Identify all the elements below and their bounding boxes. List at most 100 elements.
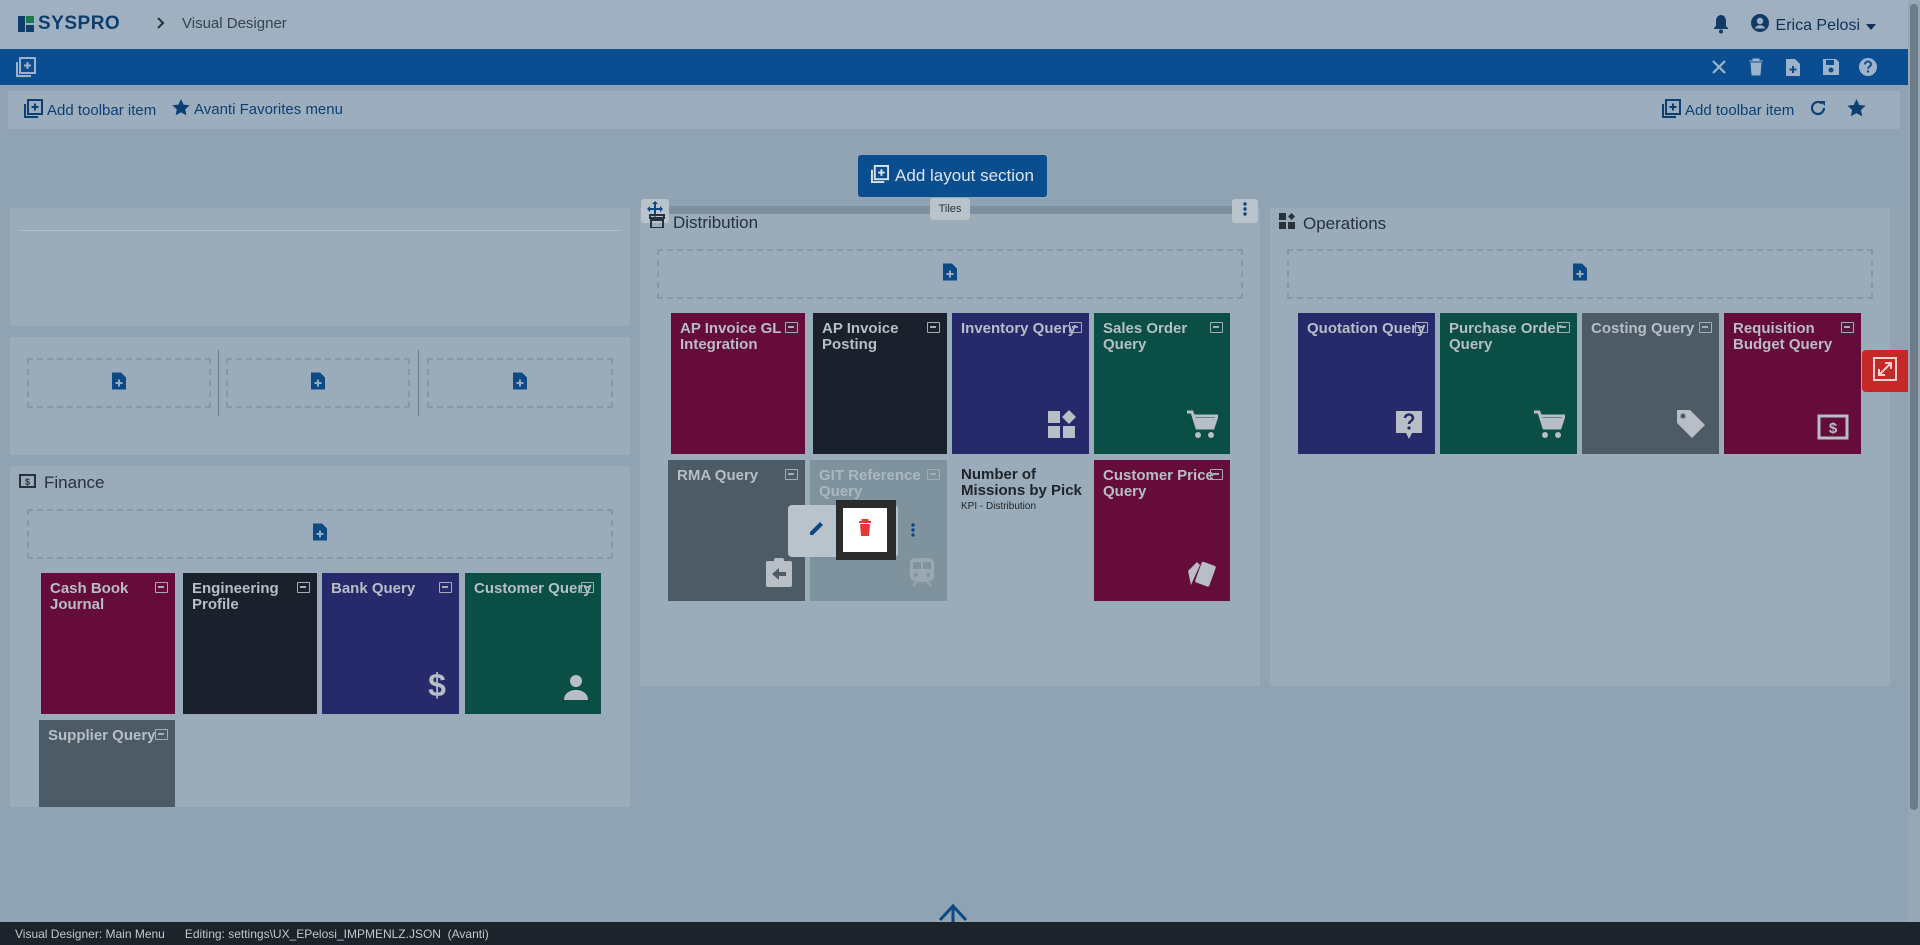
tile-label: Purchase Order Query — [1449, 320, 1562, 353]
distribution-header: Distribution — [649, 213, 758, 233]
tag-icon — [1675, 408, 1707, 444]
delete-layout-icon[interactable] — [1745, 56, 1767, 78]
expand-arrows-icon — [1872, 356, 1898, 387]
tile-label: Costing Query — [1591, 320, 1695, 337]
add-file-icon — [310, 371, 326, 396]
edit-pencil-icon[interactable] — [808, 519, 826, 542]
add-file-icon — [312, 522, 328, 547]
collapse-side-panel-button[interactable] — [1862, 350, 1908, 392]
open-link-icon[interactable] — [785, 469, 798, 480]
add-panel-icon[interactable] — [15, 56, 37, 78]
tile-label: Cash Book Journal — [50, 580, 129, 613]
open-link-icon[interactable] — [927, 322, 940, 333]
svg-text:$: $ — [428, 668, 446, 700]
more-vert-icon[interactable] — [911, 523, 915, 542]
open-link-icon[interactable] — [439, 582, 452, 593]
brand-name: SYSPRO — [38, 13, 121, 34]
store-icon — [649, 213, 665, 233]
tile-label: Quotation Query — [1307, 320, 1426, 337]
tile-rma-query[interactable]: RMA Query — [668, 460, 805, 601]
open-link-icon[interactable] — [581, 582, 594, 593]
caret-down-icon — [1866, 17, 1876, 35]
new-file-icon[interactable] — [1782, 56, 1804, 78]
train-icon — [909, 557, 935, 591]
tile-bank-query[interactable]: Bank Query $ — [322, 573, 459, 714]
notification-bell-icon[interactable] — [1712, 14, 1730, 39]
return-clipboard-icon — [765, 557, 793, 591]
widgets-icon — [1047, 410, 1077, 444]
tile-engineering-profile[interactable]: Engineering Profile — [183, 573, 317, 714]
open-link-icon[interactable] — [1069, 322, 1082, 333]
open-link-icon[interactable] — [155, 582, 168, 593]
trash-icon — [858, 519, 872, 541]
add-layout-section-label: Add layout section — [895, 166, 1034, 185]
delete-tile-button[interactable] — [843, 508, 887, 552]
distribution-title: Distribution — [673, 213, 759, 232]
add-tile-slot[interactable] — [657, 249, 1243, 299]
kpi-number-of-missions[interactable]: Number of Missions by Pick KPI - Distrib… — [961, 466, 1087, 513]
chevron-right-icon — [155, 14, 167, 35]
add-tile-slot[interactable] — [226, 358, 410, 408]
close-icon[interactable] — [1708, 56, 1730, 78]
open-link-icon[interactable] — [1699, 322, 1712, 333]
section-menu-button[interactable] — [1232, 199, 1258, 223]
scrollbar-thumb[interactable] — [1910, 4, 1918, 810]
add-file-icon — [942, 262, 958, 287]
favorites-menu-link[interactable]: Avanti Favorites menu — [172, 99, 343, 120]
tiles-tab[interactable]: Tiles — [930, 198, 970, 220]
tile-inventory-query[interactable]: Inventory Query — [952, 313, 1089, 454]
syspro-logo[interactable]: SYSPRO — [18, 12, 120, 36]
add-box-icon — [871, 164, 890, 188]
open-link-icon[interactable] — [1415, 322, 1428, 333]
help-icon[interactable] — [1857, 56, 1879, 78]
tile-costing-query[interactable]: Costing Query — [1582, 313, 1719, 454]
star-icon[interactable] — [1847, 99, 1866, 122]
tile-sales-order-query[interactable]: Sales Order Query — [1094, 313, 1230, 454]
person-icon — [563, 674, 589, 704]
dashboard-icon — [1279, 213, 1295, 234]
open-link-icon[interactable] — [927, 469, 940, 480]
add-tile-slot[interactable] — [27, 358, 211, 408]
dollar-icon: $ — [427, 667, 447, 704]
status-view-name: Visual Designer: Main Menu — [15, 926, 165, 941]
user-menu[interactable]: Erica Pelosi — [1750, 13, 1876, 38]
tile-label: Inventory Query — [961, 320, 1077, 337]
tile-ap-invoice-gl-integration[interactable]: AP Invoice GL Integration — [671, 313, 805, 454]
tile-ap-invoice-posting[interactable]: AP Invoice Posting — [813, 313, 947, 454]
tile-customer-query[interactable]: Customer Query — [465, 573, 601, 714]
refresh-icon[interactable] — [1809, 99, 1827, 122]
svg-text:$: $ — [1829, 420, 1838, 437]
money-icon: $ — [19, 473, 36, 493]
tile-supplier-query[interactable]: Supplier Query — [39, 720, 175, 807]
tile-purchase-order-query[interactable]: Purchase Order Query — [1440, 313, 1577, 454]
open-link-icon[interactable] — [1210, 322, 1223, 333]
open-link-icon[interactable] — [1210, 469, 1223, 480]
add-layout-section-button[interactable]: Add layout section — [858, 155, 1047, 197]
add-toolbar-item-left[interactable]: Add toolbar item — [24, 99, 156, 122]
add-toolbar-item-label: Add toolbar item — [47, 102, 157, 119]
operations-title: Operations — [1303, 213, 1387, 233]
tile-label: Customer Query — [474, 580, 592, 597]
tile-cash-book-journal[interactable]: Cash Book Journal — [41, 573, 175, 714]
tile-requisition-budget-query[interactable]: Requisition Budget Query $ — [1724, 313, 1861, 454]
empty-panel-top — [10, 208, 630, 326]
add-box-icon — [24, 99, 43, 122]
designer-action-bar — [0, 49, 1908, 85]
column-divider — [218, 350, 219, 416]
open-link-icon[interactable] — [1841, 322, 1854, 333]
status-editing-file: Editing: settings\UX_EPelosi_IMPMENLZ.JS… — [184, 926, 489, 941]
open-link-icon[interactable] — [785, 322, 798, 333]
open-link-icon[interactable] — [155, 729, 168, 740]
save-icon[interactable] — [1820, 56, 1842, 78]
add-tile-slot[interactable] — [427, 358, 613, 408]
add-toolbar-item-right[interactable]: Add toolbar item — [1662, 99, 1794, 122]
open-link-icon[interactable] — [1557, 322, 1570, 333]
tile-quotation-query[interactable]: Quotation Query — [1298, 313, 1435, 454]
tile-label: Bank Query — [331, 580, 416, 597]
user-name: Erica Pelosi — [1775, 16, 1860, 34]
tile-customer-price-query[interactable]: Customer Price Query — [1094, 460, 1230, 601]
add-tile-slot[interactable] — [27, 509, 613, 559]
open-link-icon[interactable] — [297, 582, 310, 593]
kpi-title: Number of Missions by Pick — [961, 466, 1082, 499]
add-tile-slot[interactable] — [1287, 249, 1873, 299]
